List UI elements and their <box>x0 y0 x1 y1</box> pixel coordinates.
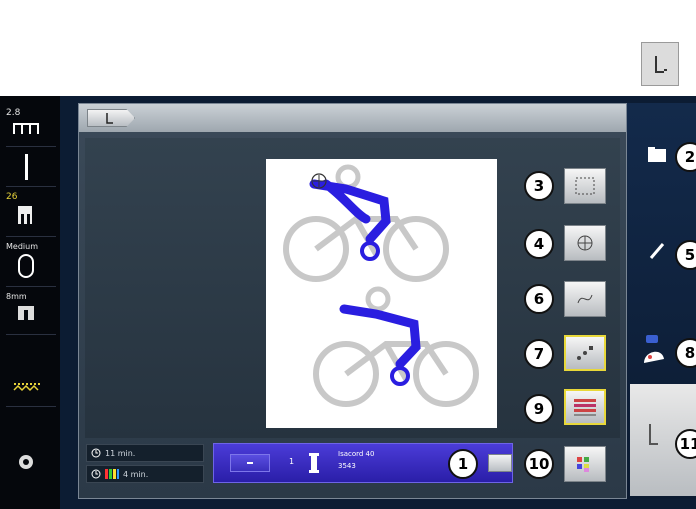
edit-pencil-icon[interactable] <box>648 241 668 261</box>
stitch-pattern-icon[interactable] <box>6 118 56 140</box>
next-color-button[interactable] <box>488 454 512 472</box>
feed-dog-icon[interactable] <box>6 376 56 396</box>
presser-foot-number: 26 <box>6 192 18 202</box>
thread-brand: Isacord 40 <box>338 450 375 458</box>
stitch-points-icon <box>577 346 593 360</box>
thread-spool-icon <box>309 453 319 473</box>
previous-color-button[interactable] <box>230 454 270 472</box>
multi-color-button[interactable] <box>564 389 606 425</box>
stitch-plate-icon[interactable] <box>6 302 56 326</box>
folder-icon[interactable] <box>648 146 668 164</box>
back-tab-button[interactable] <box>87 109 135 127</box>
select-area-icon <box>575 177 595 195</box>
color-palette-icon[interactable] <box>642 335 666 365</box>
cyclist-design <box>283 164 479 407</box>
callout-3: 3 <box>524 171 554 201</box>
callout-7: 7 <box>524 339 554 369</box>
color-time-display: 4 min. <box>86 465 204 483</box>
callout-6: 6 <box>524 284 554 314</box>
center-needle-button[interactable] <box>564 225 606 261</box>
center-crosshair-icon <box>577 235 593 251</box>
color-time-value: 4 min. <box>123 469 149 479</box>
tab-icon <box>649 424 658 445</box>
select-area-button[interactable] <box>564 168 606 204</box>
color-sequence-button[interactable] <box>564 335 606 371</box>
needle-mark-icon <box>655 56 667 73</box>
callout-9: 9 <box>524 394 554 424</box>
thread-number: 3543 <box>338 462 356 470</box>
design-canvas[interactable] <box>266 159 497 428</box>
status-sidebar: 2.8 26 Medium 8mm <box>0 96 60 509</box>
hoop-size-label: Medium <box>6 242 38 251</box>
total-time-value: 11 min. <box>105 448 136 458</box>
color-index: 1 <box>289 457 295 466</box>
callout-1: 1 <box>448 449 478 479</box>
color-overview-button[interactable] <box>564 446 606 482</box>
clock-icon <box>91 469 101 479</box>
hoop-icon[interactable] <box>6 253 56 281</box>
total-time-display: 11 min. <box>86 444 204 462</box>
clock-icon <box>91 448 101 458</box>
stitch-icon-button[interactable] <box>641 42 679 86</box>
stitch-length-value: 2.8 <box>6 108 21 118</box>
color-bars-icon <box>105 469 119 479</box>
settings-gear-icon[interactable] <box>6 451 56 473</box>
callout-10: 10 <box>524 449 554 479</box>
needle-size-label: 8mm <box>6 292 27 301</box>
thread-spools-icon <box>574 399 596 416</box>
needle-icon[interactable] <box>6 152 56 182</box>
screen-header <box>79 104 626 132</box>
thread-route-icon <box>577 294 593 304</box>
tab-icon <box>106 113 113 124</box>
minus-icon <box>247 462 253 464</box>
presser-foot-icon[interactable] <box>6 202 56 228</box>
check-size-button[interactable] <box>564 281 606 317</box>
color-dots-icon <box>577 457 589 472</box>
callout-4: 4 <box>524 229 554 259</box>
